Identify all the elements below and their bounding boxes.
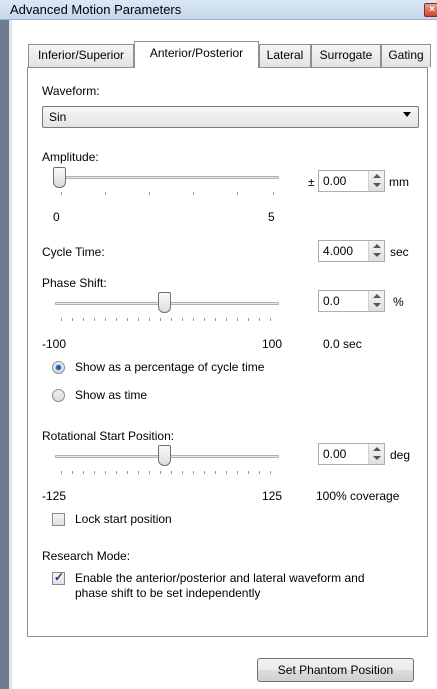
window-title: Advanced Motion Parameters (10, 2, 182, 17)
spin-up-icon[interactable] (373, 447, 381, 451)
rotational-start-slider[interactable] (50, 444, 282, 474)
set-phantom-position-button[interactable]: Set Phantom Position (257, 658, 414, 682)
slider-tick (237, 192, 238, 195)
checkbox-label-line2: phase shift to be set independently (75, 586, 261, 600)
amplitude-value: 0.00 (323, 174, 347, 188)
tab-gating[interactable]: Gating (381, 44, 431, 67)
spin-up-icon[interactable] (373, 244, 381, 248)
phase-shift-slider-thumb[interactable] (158, 292, 171, 313)
spin-down-icon[interactable] (373, 456, 381, 460)
checkbox-label: Lock start position (75, 512, 172, 526)
phase-shift-readout: 0.0 sec (323, 337, 362, 351)
waveform-dropdown[interactable]: Sin (42, 106, 419, 128)
lock-start-position-checkbox[interactable]: Lock start position (52, 511, 252, 529)
cycle-time-unit: sec (390, 245, 409, 259)
rotational-start-readout: 100% coverage (316, 489, 400, 503)
phase-shift-spinbox[interactable]: 0.0 (318, 290, 385, 312)
phase-shift-unit: % (393, 295, 404, 309)
tab-anterior-posterior[interactable]: Anterior/Posterior (134, 41, 259, 68)
chevron-down-icon (403, 112, 411, 117)
checkbox[interactable] (52, 513, 65, 526)
tab-label: Inferior/Superior (37, 48, 125, 62)
slider-ticks (61, 318, 275, 321)
close-icon[interactable]: × (424, 3, 437, 17)
amplitude-slider-thumb[interactable] (53, 167, 66, 188)
amplitude-unit: mm (389, 175, 409, 189)
spin-down-icon[interactable] (373, 183, 381, 187)
checkbox[interactable] (52, 570, 65, 585)
tab-label: Surrogate (319, 48, 373, 62)
tab-label: Lateral (266, 48, 304, 62)
checkbox-label-line1: Enable the anterior/posterior and latera… (75, 571, 365, 585)
radio-label: Show as a percentage of cycle time (75, 360, 265, 374)
radio-show-as-time[interactable]: Show as time (52, 387, 202, 405)
tab-label: Anterior/Posterior (149, 46, 244, 60)
slider-tick (149, 192, 150, 195)
rotational-start-slider-thumb[interactable] (158, 445, 171, 466)
slider-tick (61, 192, 62, 195)
tab-surrogate[interactable]: Surrogate (311, 44, 381, 67)
radio-button[interactable] (52, 389, 65, 402)
phase-shift-max-label: 100 (262, 337, 283, 351)
cycle-time-value: 4.000 (323, 244, 354, 258)
slider-tick (193, 192, 194, 195)
tab-lateral[interactable]: Lateral (259, 44, 311, 67)
window-left-edge (0, 20, 9, 689)
slider-tick (105, 192, 106, 195)
amplitude-max-label: 5 (268, 210, 275, 224)
radio-button[interactable] (52, 361, 65, 374)
cycle-time-spinbox[interactable]: 4.000 (318, 240, 385, 262)
radio-show-as-percentage[interactable]: Show as a percentage of cycle time (52, 359, 302, 377)
rotational-start-value: 0.00 (323, 447, 347, 461)
spin-buttons[interactable] (368, 291, 384, 311)
rotational-start-label: Rotational Start Position: (42, 429, 175, 443)
rotational-start-min-label: -125 (42, 489, 67, 503)
radio-label: Show as time (75, 388, 148, 402)
rotational-start-spinbox[interactable]: 0.00 (318, 443, 385, 465)
tab-inferior-superior[interactable]: Inferior/Superior (28, 44, 134, 67)
spin-buttons[interactable] (368, 241, 384, 261)
amplitude-min-label: 0 (53, 210, 60, 224)
research-mode-checkbox[interactable]: Enable the anterior/posterior and latera… (52, 570, 412, 606)
phase-shift-min-label: -100 (42, 337, 67, 351)
amplitude-spinbox[interactable]: 0.00 (318, 170, 385, 192)
spin-buttons[interactable] (368, 171, 384, 191)
spin-up-icon[interactable] (373, 174, 381, 178)
amplitude-slider[interactable] (50, 166, 282, 195)
spin-down-icon[interactable] (373, 303, 381, 307)
waveform-value: Sin (49, 110, 67, 124)
phase-shift-label: Phase Shift: (42, 276, 107, 290)
spin-buttons[interactable] (368, 444, 384, 464)
research-mode-label: Research Mode: (42, 549, 131, 563)
slider-ticks (61, 471, 275, 474)
spin-up-icon[interactable] (373, 294, 381, 298)
window-left-border (9, 20, 12, 689)
waveform-label: Waveform: (42, 84, 100, 98)
window-title-bar: Advanced Motion Parameters × (0, 0, 437, 20)
amplitude-plus-minus: ± (308, 175, 315, 189)
slider-tick (273, 192, 274, 195)
amplitude-label: Amplitude: (42, 150, 99, 164)
rotational-start-unit: deg (390, 448, 411, 462)
phase-shift-value: 0.0 (323, 294, 340, 308)
amplitude-slider-track (55, 176, 279, 179)
rotational-start-max-label: 125 (262, 489, 283, 503)
phase-shift-slider[interactable] (50, 291, 282, 321)
cycle-time-label: Cycle Time: (42, 245, 105, 259)
tab-label: Gating (388, 48, 424, 62)
spin-down-icon[interactable] (373, 253, 381, 257)
